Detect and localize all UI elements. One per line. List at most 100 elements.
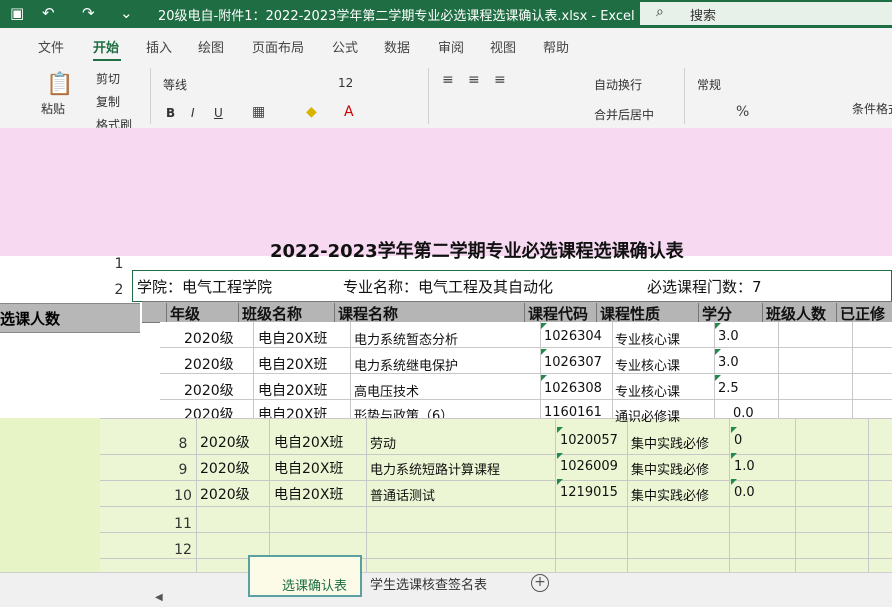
cell-code[interactable]: 1026307: [544, 355, 602, 370]
cell-code[interactable]: 1026009: [560, 459, 618, 474]
cell-credit[interactable]: 3.0: [718, 329, 739, 344]
cell-grade[interactable]: 2020级: [200, 432, 250, 452]
cell-credit[interactable]: 2.5: [718, 381, 739, 396]
cell-class[interactable]: 电自20X班: [258, 328, 327, 348]
header-nature[interactable]: 课程性质: [596, 303, 660, 323]
tab-page-layout[interactable]: 页面布局: [252, 37, 304, 56]
cell-class[interactable]: 电自20X班: [258, 380, 327, 400]
font-size-select[interactable]: 12: [338, 76, 353, 90]
copy-button[interactable]: 复制: [96, 93, 120, 110]
header-grade[interactable]: 年级: [166, 303, 200, 323]
header-code[interactable]: 课程代码: [524, 303, 588, 323]
gridline: [100, 506, 892, 507]
ribbon: 文件 开始 插入 绘图 页面布局 公式 数据 审阅 视图 帮助 📋 粘贴 剪切 …: [0, 28, 892, 132]
gridline: [852, 322, 853, 418]
number-format-select[interactable]: 常规: [697, 76, 721, 93]
align-middle-icon[interactable]: ≡: [468, 72, 480, 88]
cut-button[interactable]: 剪切: [96, 70, 120, 87]
italic-button[interactable]: I: [191, 106, 195, 120]
sheet-tab-active[interactable]: 选课确认表: [248, 555, 362, 597]
add-sheet-icon[interactable]: +: [531, 574, 549, 592]
cell-code[interactable]: 1026308: [544, 381, 602, 396]
cell-nature[interactable]: 集中实践必修: [631, 433, 709, 452]
cell-credit[interactable]: 0.0: [734, 485, 755, 500]
conditional-format-button[interactable]: 条件格式: [852, 100, 892, 117]
row-number[interactable]: 1: [108, 256, 130, 272]
paste-icon[interactable]: 📋: [46, 72, 73, 97]
cell-credit[interactable]: 0.0: [733, 406, 754, 421]
row-number[interactable]: 9: [172, 462, 194, 478]
font-color-icon[interactable]: A: [344, 104, 354, 120]
percent-icon[interactable]: %: [736, 104, 749, 120]
row-number[interactable]: 8: [172, 436, 194, 452]
tab-view[interactable]: 视图: [490, 37, 516, 56]
row-number[interactable]: 10: [172, 488, 194, 504]
cell-class[interactable]: 电自20X班: [274, 458, 343, 478]
header-enrolled[interactable]: 已正修: [836, 303, 885, 323]
cell-grade[interactable]: 2020级: [200, 458, 250, 478]
font-name-select[interactable]: 等线: [163, 76, 187, 93]
cell-code[interactable]: 1020057: [560, 433, 618, 448]
merge-center-button[interactable]: 合并后居中: [594, 106, 654, 123]
cell-nature[interactable]: 集中实践必修: [631, 485, 709, 504]
cell-code[interactable]: 1219015: [560, 485, 618, 500]
cell-credit[interactable]: 0: [734, 433, 742, 448]
active-tab-indicator: [93, 59, 121, 61]
cell-nature[interactable]: 通识必修课: [615, 406, 680, 425]
tab-review[interactable]: 审阅: [438, 37, 464, 56]
tab-help[interactable]: 帮助: [543, 37, 569, 56]
row-number[interactable]: 11: [172, 516, 194, 532]
redo-icon[interactable]: ↷: [82, 4, 95, 22]
cell-grade[interactable]: 2020级: [200, 484, 250, 504]
borders-icon[interactable]: ▦: [252, 104, 265, 120]
tab-home[interactable]: 开始: [93, 37, 119, 56]
wrap-text-button[interactable]: 自动换行: [594, 76, 642, 93]
cell-nature[interactable]: 专业核心课: [615, 381, 680, 400]
header-credit[interactable]: 学分: [698, 303, 732, 323]
row-number[interactable]: 2: [108, 282, 130, 298]
sheet-tab-signature[interactable]: 学生选课核查签名表: [370, 574, 487, 593]
cell-nature[interactable]: 专业核心课: [615, 355, 680, 374]
tab-formulas[interactable]: 公式: [332, 37, 358, 56]
cell-grade[interactable]: 2020级: [184, 328, 234, 348]
tab-file[interactable]: 文件: [38, 37, 64, 56]
header-class[interactable]: 班级名称: [238, 303, 302, 323]
bold-button[interactable]: B: [166, 106, 175, 120]
cell-course[interactable]: 电力系统继电保护: [354, 355, 458, 374]
underline-button[interactable]: U: [214, 106, 223, 120]
save-icon[interactable]: ▣: [10, 4, 24, 22]
align-bottom-icon[interactable]: ≡: [494, 72, 506, 88]
info-row[interactable]: 学院：电气工程学院 专业名称：电气工程及其自动化 必选课程门数：7: [132, 270, 892, 302]
customize-toolbar-icon[interactable]: ⌄: [120, 4, 133, 22]
cell-nature[interactable]: 集中实践必修: [631, 459, 709, 478]
cell-credit[interactable]: 3.0: [718, 355, 739, 370]
cell-course[interactable]: 电力系统短路计算课程: [370, 459, 500, 478]
header-course[interactable]: 课程名称: [334, 303, 398, 323]
cell-course[interactable]: 高电压技术: [354, 381, 419, 400]
cell-code[interactable]: 1026304: [544, 329, 602, 344]
fill-color-icon[interactable]: ◆: [306, 104, 317, 120]
cell-class[interactable]: 电自20X班: [274, 432, 343, 452]
align-top-icon[interactable]: ≡: [442, 72, 454, 88]
header-class-size[interactable]: 班级人数: [762, 303, 826, 323]
cell-class[interactable]: 电自20X班: [258, 354, 327, 374]
cell-grade[interactable]: 2020级: [184, 380, 234, 400]
cell-course[interactable]: 劳动: [370, 433, 396, 452]
cell-grade[interactable]: 2020级: [184, 354, 234, 374]
cell-nature[interactable]: 专业核心课: [615, 329, 680, 348]
tab-draw[interactable]: 绘图: [198, 37, 224, 56]
cell-course[interactable]: 电力系统暂态分析: [354, 329, 458, 348]
cell-class[interactable]: 电自20X班: [274, 484, 343, 504]
data-area-lower: [0, 418, 892, 572]
tab-data[interactable]: 数据: [384, 37, 410, 56]
tab-insert[interactable]: 插入: [146, 37, 172, 56]
row-number[interactable]: 12: [172, 542, 194, 558]
title-bar: ▣ ↶ ↷ ⌄ 20级电自-附件1：2022-2023学年第二学期专业必选课程选…: [0, 0, 892, 28]
search-box[interactable]: ⌕ 搜索: [640, 2, 892, 25]
required-count-label: 必选课程门数：7: [647, 278, 762, 296]
cell-course[interactable]: 普通话测试: [370, 485, 435, 504]
cell-credit[interactable]: 1.0: [734, 459, 755, 474]
undo-icon[interactable]: ↶: [42, 4, 55, 22]
paste-button[interactable]: 粘贴: [41, 100, 65, 117]
scroll-left-icon[interactable]: ◀: [155, 592, 163, 603]
